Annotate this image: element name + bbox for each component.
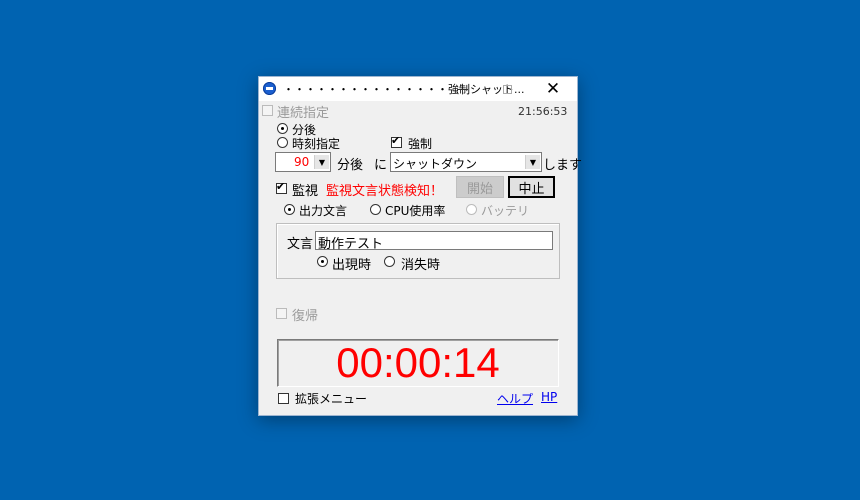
source-text-label: 出力文言 <box>299 204 348 218</box>
renzoku-label: 連続指定 <box>277 106 330 121</box>
source-text-radio[interactable] <box>284 204 295 215</box>
monitor-label: 監視 <box>292 184 319 199</box>
restore-label: 復帰 <box>292 309 319 324</box>
appear-label: 出現時 <box>332 258 372 273</box>
disappear-label: 消失時 <box>401 258 441 273</box>
source-battery-radio[interactable] <box>466 204 477 215</box>
particle-label: に <box>374 158 388 173</box>
phrase-label: 文言 <box>287 237 314 252</box>
expand-menu-checkbox[interactable] <box>278 393 289 404</box>
time-specify-label: 時刻指定 <box>292 137 341 151</box>
force-label: 強制 <box>408 137 433 151</box>
disappear-radio[interactable] <box>384 256 395 267</box>
close-icon: ✕ <box>545 78 561 99</box>
minutes-combobox[interactable]: 90 ▼ <box>275 152 331 172</box>
close-button[interactable]: ✕ <box>531 77 575 101</box>
phrase-input[interactable]: 動作テスト <box>315 231 553 252</box>
minutes-value: 90 <box>294 155 310 169</box>
time-specify-radio[interactable] <box>277 137 288 148</box>
maximize-button[interactable] <box>485 77 529 101</box>
suffix-label: します <box>543 158 583 173</box>
dropdown-arrow-icon[interactable]: ▼ <box>525 155 540 169</box>
source-cpu-radio[interactable] <box>370 204 381 215</box>
appear-radio[interactable] <box>317 256 328 267</box>
force-checkbox[interactable]: ✔ <box>391 134 402 148</box>
clock-display: 21:56:53 <box>518 105 568 118</box>
restore-checkbox[interactable] <box>276 308 287 319</box>
hp-link[interactable]: HP <box>541 390 557 404</box>
shutdown-timer-window: ・・・・・・・・・・・・・・・強制シャット... ✕ 連続指定 21:56:53… <box>258 76 582 416</box>
monitor-status-text: 監視文言状態検知！ <box>326 184 444 199</box>
app-icon <box>263 82 276 95</box>
minutes-unit-label: 分後 <box>337 158 364 173</box>
after-minutes-radio[interactable] <box>277 123 288 134</box>
dropdown-arrow-icon[interactable]: ▼ <box>314 155 329 169</box>
action-value: シャットダウン <box>393 157 478 171</box>
start-button[interactable]: 開始 <box>456 176 504 198</box>
title-bar[interactable]: ・・・・・・・・・・・・・・・強制シャット... ✕ <box>259 77 577 101</box>
minimize-icon <box>458 88 468 90</box>
countdown-value: 00:00:14 <box>336 339 500 386</box>
checkmark-icon: ✔ <box>391 134 401 147</box>
monitor-checkbox[interactable]: ✔ <box>276 180 287 194</box>
renzoku-checkbox[interactable] <box>262 105 273 116</box>
phrase-input-value: 動作テスト <box>318 237 384 252</box>
stop-button-label: 中止 <box>518 181 545 197</box>
help-link[interactable]: ヘルプ <box>497 390 533 407</box>
maximize-icon <box>502 84 512 94</box>
expand-menu-label: 拡張メニュー <box>295 392 368 406</box>
checkmark-icon: ✔ <box>276 180 286 193</box>
action-combobox[interactable]: シャットダウン ▼ <box>390 152 542 172</box>
source-battery-label: バッテリ <box>481 204 530 218</box>
stop-button[interactable]: 中止 <box>508 176 555 198</box>
start-button-label: 開始 <box>466 181 493 197</box>
source-cpu-label: CPU使用率 <box>385 204 446 218</box>
countdown-display: 00:00:14 <box>277 339 559 387</box>
minimize-button[interactable] <box>441 77 485 101</box>
